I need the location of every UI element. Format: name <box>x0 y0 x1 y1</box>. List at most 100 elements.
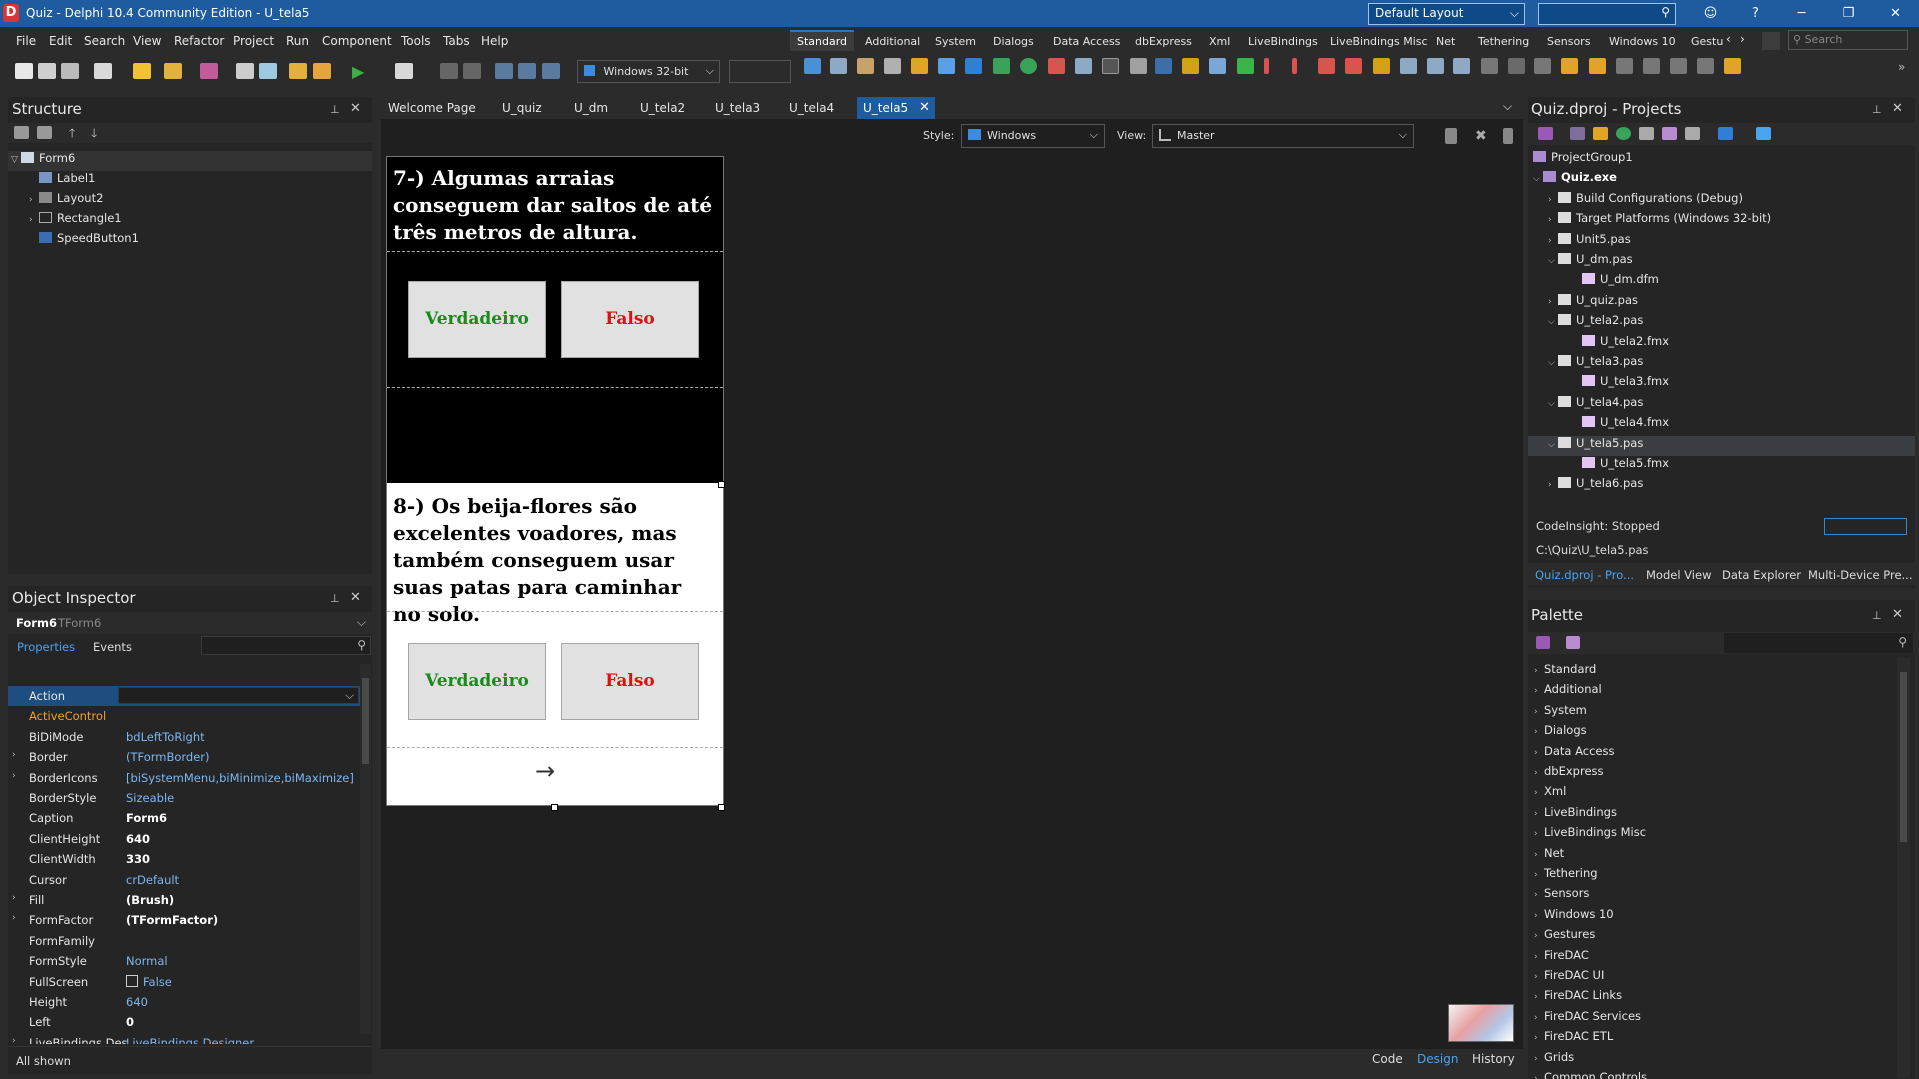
view-icon[interactable] <box>1756 127 1771 140</box>
tab-data-explorer[interactable]: Data Explorer <box>1722 568 1801 582</box>
property-value[interactable]: Form6 <box>126 811 167 825</box>
chevron-down-icon[interactable]: ⌵ <box>1533 174 1543 184</box>
switch-icon[interactable] <box>1373 58 1390 74</box>
tree-item-form6[interactable]: ▽ Form6 <box>8 151 372 171</box>
step-icon[interactable] <box>495 63 513 79</box>
layout-combo[interactable]: Default Layout ⌵ <box>1368 3 1525 25</box>
property-value[interactable]: (TFormFactor) <box>126 913 218 927</box>
project-tree-item[interactable]: › U_tela6.pas <box>1528 476 1915 496</box>
palette-category[interactable]: › FireDAC Services <box>1534 1009 1641 1029</box>
run-icon[interactable]: ▶ <box>352 62 364 81</box>
property-value[interactable]: Sizeable <box>126 791 174 805</box>
arrow-down-icon[interactable]: 🡓 <box>91 124 97 145</box>
project-tree-item[interactable]: ⌵ U_dm.pas <box>1528 252 1915 272</box>
menu-edit[interactable]: Edit <box>49 34 72 48</box>
tab-code[interactable]: Code <box>1372 1052 1403 1066</box>
maximize-button[interactable]: ❐ <box>1826 0 1871 27</box>
palette-tab-windows10[interactable]: Windows 10 <box>1609 35 1676 48</box>
tab-design[interactable]: Design <box>1417 1052 1458 1066</box>
menu-tabs[interactable]: Tabs <box>443 34 470 48</box>
tab-u-quiz[interactable]: U_quiz <box>502 101 542 115</box>
palette-category[interactable]: › Windows 10 <box>1534 907 1614 927</box>
menu-run[interactable]: Run <box>286 34 309 48</box>
property-value[interactable]: (TFormBorder) <box>126 750 210 764</box>
palette-tab-system[interactable]: System <box>935 35 976 48</box>
chevron-right-icon[interactable]: › <box>1548 236 1558 246</box>
project-tree-item[interactable]: › Build Configurations (Debug) <box>1528 191 1915 211</box>
open-project-icon[interactable] <box>164 63 182 79</box>
close-file-icon[interactable] <box>94 63 112 79</box>
q8-true-button[interactable]: Verdadeiro <box>408 643 546 720</box>
scrollbar-thumb[interactable] <box>1900 672 1907 842</box>
property-value[interactable]: (Brush) <box>126 893 174 907</box>
sync-icon[interactable] <box>1616 127 1631 140</box>
palette-tab-livebindings[interactable]: LiveBindings <box>1248 35 1318 48</box>
chevron-left-icon[interactable]: ‹ <box>1726 32 1731 46</box>
chevron-down-icon[interactable]: ⌵ <box>1548 317 1558 327</box>
tree-item-rectangle1[interactable]: › Rectangle1 <box>29 211 122 231</box>
sort-icon[interactable] <box>1718 127 1733 140</box>
resize-handle[interactable] <box>718 481 725 488</box>
chevron-right-icon[interactable]: › <box>1548 195 1558 205</box>
new-file-icon[interactable] <box>15 63 33 79</box>
palette-tab-dialogs[interactable]: Dialogs <box>993 35 1034 48</box>
palette-tab-livebindings-misc[interactable]: LiveBindings Misc <box>1330 35 1428 48</box>
close-icon[interactable]: ✕ <box>1892 101 1903 116</box>
arrow-down-icon[interactable] <box>1345 58 1362 74</box>
project-tree-item[interactable]: U_tela2.fmx <box>1528 334 1915 354</box>
property-value[interactable]: Normal <box>126 954 168 968</box>
palette-category[interactable]: › Xml <box>1534 784 1566 804</box>
link-icon[interactable] <box>1318 58 1335 74</box>
open-icon[interactable] <box>38 63 56 79</box>
property-value[interactable]: 0 <box>126 1015 134 1029</box>
platform-combo[interactable]: Windows 32-bit ⌵ <box>577 60 720 83</box>
feedback-icon[interactable]: ☺ <box>1688 0 1733 27</box>
palette-tab-data-access[interactable]: Data Access <box>1053 35 1120 48</box>
layout-icon[interactable] <box>1427 58 1444 74</box>
property-value-combo[interactable]: ⌵ <box>118 687 359 704</box>
device-icon[interactable] <box>1445 128 1457 144</box>
preview-thumbnail[interactable] <box>1448 1004 1514 1042</box>
menu-tools[interactable]: Tools <box>401 34 431 48</box>
palette-category[interactable]: › System <box>1534 703 1587 723</box>
menu-project[interactable]: Project <box>233 34 274 48</box>
main-menu-icon[interactable] <box>804 58 821 74</box>
tab-projects[interactable]: Quiz.dproj - Pro... <box>1535 568 1634 582</box>
project-tree-item[interactable]: › Target Platforms (Windows 32-bit) <box>1528 211 1915 231</box>
project-tree-item[interactable]: ⌵ U_tela2.pas <box>1528 313 1915 333</box>
property-row[interactable]: Height 640 <box>8 992 369 1012</box>
multiview-icon[interactable] <box>1697 58 1714 74</box>
property-row[interactable]: › Border (TFormBorder) <box>8 747 369 767</box>
close-icon[interactable]: ✕ <box>350 101 361 116</box>
palette-scrollbar[interactable] <box>1897 658 1910 1078</box>
step-over-icon[interactable] <box>518 63 536 79</box>
stringgrid-icon[interactable] <box>1508 58 1525 74</box>
palette-tab-net[interactable]: Net <box>1436 35 1455 48</box>
property-row[interactable]: FormFamily <box>8 931 369 951</box>
edit-icon[interactable] <box>884 58 901 74</box>
collapse-all-icon[interactable] <box>37 126 52 139</box>
q8-false-button[interactable]: Falso <box>561 643 699 720</box>
chevron-right-icon[interactable]: › <box>1548 215 1558 225</box>
project-tree-item[interactable]: ⌵ Quiz.exe <box>1528 170 1915 190</box>
form-toggle-icon[interactable] <box>236 63 254 79</box>
save-icon[interactable] <box>200 63 218 79</box>
chevron-right-icon[interactable]: › <box>1740 32 1745 46</box>
web-icon[interactable] <box>911 58 928 74</box>
property-value[interactable]: bdLeftToRight <box>126 730 205 744</box>
palette-category[interactable]: › FireDAC ETL <box>1534 1029 1613 1049</box>
groupbox-icon[interactable] <box>1130 58 1147 74</box>
tab-u-tela3[interactable]: U_tela3 <box>715 101 760 115</box>
help-icon[interactable]: ? <box>1733 0 1778 27</box>
palette-tab-dbexpress[interactable]: dbExpress <box>1135 35 1192 48</box>
scrollbar-thumb[interactable] <box>362 678 369 764</box>
tab-u-tela5[interactable]: U_tela5 <box>863 101 908 115</box>
text-icon[interactable] <box>1155 58 1172 74</box>
tree-item-label1[interactable]: Label1 <box>39 171 95 191</box>
ok-button-icon[interactable] <box>965 58 982 74</box>
form6-canvas[interactable]: 7-) Algumas arraias conseguem dar saltos… <box>386 156 725 811</box>
property-row[interactable]: › BorderIcons [biSystemMenu,biMinimize,biM… <box>8 768 369 788</box>
palette-category[interactable]: › Tethering <box>1534 866 1598 886</box>
calendar2-icon[interactable] <box>1589 58 1606 74</box>
resize-handle[interactable] <box>718 804 725 811</box>
